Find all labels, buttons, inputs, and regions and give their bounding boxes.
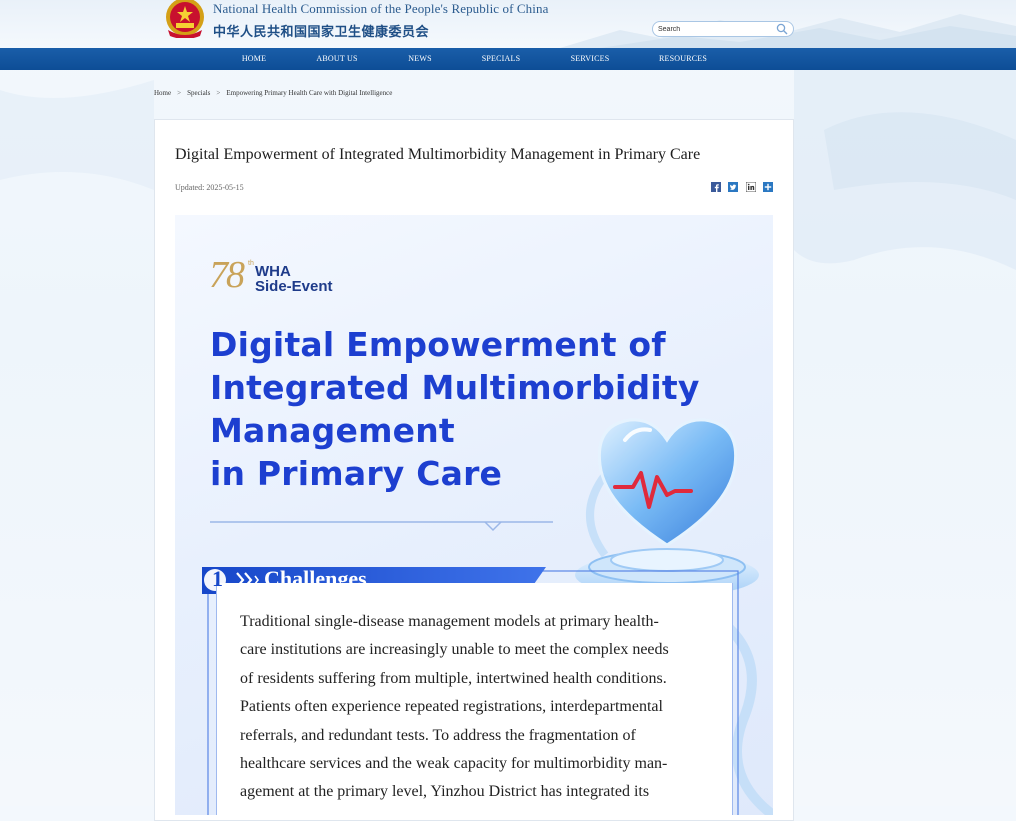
nav-item-about-us[interactable]: ABOUT US (316, 48, 357, 70)
nav-item-specials[interactable]: SPECIALS (482, 48, 521, 70)
body-line: Traditional single-disease management mo… (240, 613, 659, 630)
article-poster-image: 78 th WHA Side-Event Digital Empowerment… (175, 215, 773, 815)
main-nav: HOME ABOUT US NEWS SPECIALS SERVICES RES… (0, 48, 1016, 70)
background-left-decoration (0, 80, 154, 190)
section-number: 1 (212, 566, 223, 591)
poster-title-line: Integrated Multimorbidity (210, 368, 700, 407)
twitter-icon[interactable] (728, 182, 738, 192)
article-updated-date: Updated: 2025-05-15 (175, 183, 244, 192)
poster-title-line: Digital Empowerment of (210, 325, 666, 364)
more-share-icon[interactable] (763, 182, 773, 192)
nav-item-news[interactable]: NEWS (408, 48, 431, 70)
body-line: referrals, and redundant tests. To addre… (240, 726, 636, 744)
breadcrumb: Home > Specials > Empowering Primary Health … (154, 89, 392, 97)
body-line: Patients often experience repeated regis… (240, 698, 663, 716)
linkedin-icon[interactable] (746, 182, 756, 192)
breadcrumb-home[interactable]: Home (154, 89, 171, 97)
site-name-english[interactable]: National Health Commission of the People… (213, 1, 548, 17)
poster-title: Digital Empowerment of Integrated Multim… (210, 323, 700, 495)
poster-title-line: in Primary Care (210, 454, 503, 493)
side-event-label: Side-Event (255, 278, 333, 295)
article-container: Digital Empowerment of Integrated Multim… (154, 119, 794, 821)
breadcrumb-separator: > (177, 89, 182, 97)
breadcrumb-specials[interactable]: Specials (187, 89, 210, 97)
body-line: healthcare services and the weak capacit… (240, 755, 668, 773)
body-line: of residents suffering from multiple, in… (240, 669, 667, 687)
nav-item-services[interactable]: SERVICES (571, 48, 610, 70)
nav-item-home[interactable]: HOME (242, 48, 266, 70)
breadcrumb-current-page[interactable]: Empowering Primary Health Care with Digi… (226, 89, 392, 97)
article-title: Digital Empowerment of Integrated Multim… (175, 146, 701, 163)
challenges-body-text: Traditional single-disease management mo… (240, 608, 708, 807)
wha-edition-suffix: th (248, 260, 254, 267)
breadcrumb-separator: > (216, 89, 221, 97)
background-right-decoration (794, 70, 1016, 270)
body-line: care institutions are increasingly unabl… (240, 641, 669, 659)
poster-title-line: Management (210, 411, 455, 450)
search-input[interactable] (658, 22, 770, 36)
wha-label: WHA (255, 263, 291, 280)
site-header: National Health Commission of the People… (0, 0, 1016, 48)
section-title: Challenges (264, 566, 367, 591)
search-icon[interactable] (776, 23, 788, 35)
nav-item-resources[interactable]: RESOURCES (659, 48, 707, 70)
wha-edition-number: 78 (209, 254, 245, 296)
site-name-chinese[interactable]: 中华人民共和国国家卫生健康委员会 (213, 21, 429, 40)
search-box (652, 21, 794, 37)
body-line: agement at the primary level, Yinzhou Di… (240, 783, 650, 801)
national-emblem-icon[interactable] (164, 0, 206, 38)
facebook-icon[interactable] (711, 182, 721, 192)
